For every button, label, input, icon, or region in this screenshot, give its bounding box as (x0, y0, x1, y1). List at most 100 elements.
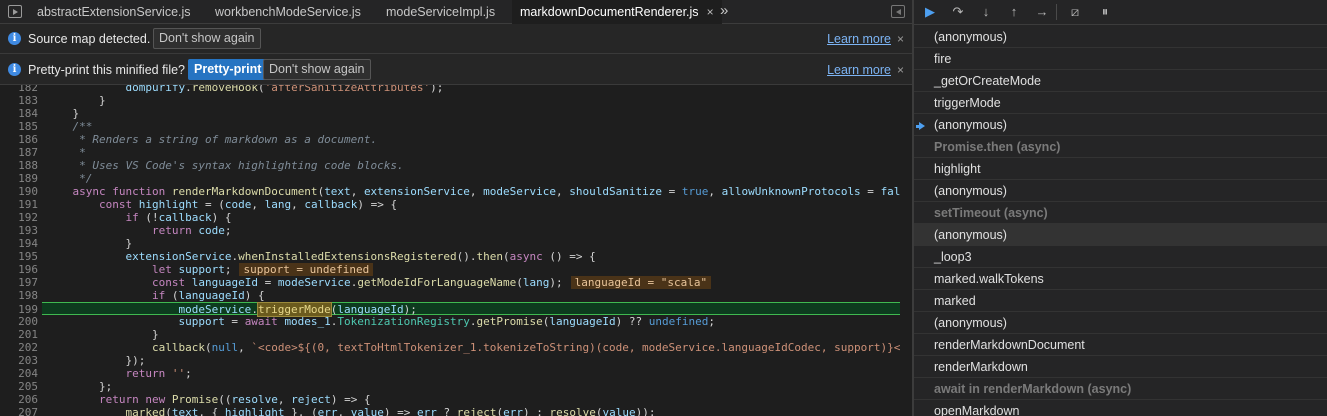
code-line: 202 callback(null, `<code>${(0, textToHt… (0, 341, 912, 354)
code-text: if (!callback) { (125, 211, 232, 224)
info-icon: i (8, 63, 21, 76)
line-number[interactable]: 182 (0, 85, 38, 94)
code-text: * Uses VS Code's syntax highlighting cod… (46, 159, 404, 172)
call-frame[interactable]: fire (914, 48, 1327, 70)
frame-label: renderMarkdown (934, 360, 1028, 374)
resume-icon[interactable]: ▶ (921, 3, 939, 21)
editor-tab-bar: abstractExtensionService.js workbenchMod… (0, 0, 912, 24)
line-number[interactable]: 186 (0, 133, 38, 146)
frame-label: setTimeout (async) (934, 206, 1048, 220)
line-number[interactable]: 193 (0, 224, 38, 237)
tab-mode-service-impl[interactable]: modeServiceImpl.js (386, 0, 495, 24)
line-number[interactable]: 185 (0, 120, 38, 133)
code-line: 201 } (0, 328, 912, 341)
line-number[interactable]: 198 (0, 289, 38, 302)
call-frame[interactable]: (anonymous) (914, 180, 1327, 202)
learn-more-link[interactable]: Learn more (827, 63, 891, 77)
step-over-icon[interactable]: ↷ (949, 3, 967, 21)
more-tabs-icon[interactable]: » (720, 0, 728, 24)
step-icon[interactable]: → (1033, 3, 1051, 21)
info-icon: i (8, 32, 21, 45)
tab-abstract-extension-service[interactable]: abstractExtensionService.js (37, 0, 191, 24)
pretty-print-button[interactable]: Pretty-print (188, 59, 268, 80)
close-icon[interactable]: × (897, 63, 904, 77)
line-number[interactable]: 200 (0, 315, 38, 328)
line-number[interactable]: 203 (0, 354, 38, 367)
code-line: 200 support = await modes_1.Tokenization… (0, 315, 912, 328)
call-frame[interactable]: (anonymous) (914, 114, 1327, 136)
line-number[interactable]: 202 (0, 341, 38, 354)
call-frame[interactable]: openMarkdown (914, 400, 1327, 416)
code-line: 204 return ''; (0, 367, 912, 380)
call-frame[interactable]: renderMarkdownDocument (914, 334, 1327, 356)
frame-label: triggerMode (934, 96, 1001, 110)
code-line: 191 const highlight = (code, lang, callb… (0, 198, 912, 211)
line-number[interactable]: 192 (0, 211, 38, 224)
call-frame[interactable]: triggerMode (914, 92, 1327, 114)
line-number[interactable]: 204 (0, 367, 38, 380)
line-number[interactable]: 190 (0, 185, 38, 198)
close-tab-icon[interactable]: × (707, 5, 714, 19)
line-number[interactable]: 206 (0, 393, 38, 406)
frame-label: (anonymous) (934, 118, 1007, 132)
code-text: support = await modes_1.TokenizationRegi… (178, 315, 715, 328)
frame-label: openMarkdown (934, 404, 1020, 416)
call-frame[interactable]: _getOrCreateMode (914, 70, 1327, 92)
frame-label: (anonymous) (934, 316, 1007, 330)
infobar-message: Source map detected. (28, 32, 151, 46)
code-line: 189 */ (0, 172, 912, 185)
async-boundary: await in renderMarkdown (async) (914, 378, 1327, 400)
frame-label: Promise.then (async) (934, 140, 1061, 154)
code-line: 188 * Uses VS Code's syntax highlighting… (0, 159, 912, 172)
code-line: 197 const languageId = modeService.getMo… (0, 276, 912, 289)
line-number[interactable]: 184 (0, 107, 38, 120)
line-number[interactable]: 189 (0, 172, 38, 185)
line-number[interactable]: 205 (0, 380, 38, 393)
step-into-icon[interactable]: ↓ (977, 3, 995, 21)
line-number[interactable]: 188 (0, 159, 38, 172)
line-number[interactable]: 187 (0, 146, 38, 159)
call-frame[interactable]: (anonymous) (914, 26, 1327, 48)
call-frame[interactable]: renderMarkdown (914, 356, 1327, 378)
line-number[interactable]: 197 (0, 276, 38, 289)
dont-show-again-button[interactable]: Don't show again (263, 59, 371, 80)
call-frame[interactable]: highlight (914, 158, 1327, 180)
line-number[interactable]: 191 (0, 198, 38, 211)
deactivate-breakpoints-icon[interactable]: ⧄ (1066, 3, 1084, 21)
code-line: 194 } (0, 237, 912, 250)
line-number[interactable]: 207 (0, 406, 38, 416)
inline-value: languageId = "scala" (570, 276, 712, 289)
code-line: 186 * Renders a string of markdown as a … (0, 133, 912, 146)
async-boundary: setTimeout (async) (914, 202, 1327, 224)
code-line: 184 } (0, 107, 912, 120)
code-text: return ''; (125, 367, 192, 380)
frame-label: _loop3 (934, 250, 972, 264)
frame-label: (anonymous) (934, 184, 1007, 198)
toggle-navigator-icon[interactable] (8, 5, 22, 18)
frame-label: await in renderMarkdown (async) (934, 382, 1132, 396)
code-line: 205 }; (0, 380, 912, 393)
line-number[interactable]: 183 (0, 94, 38, 107)
call-frame[interactable]: _loop3 (914, 246, 1327, 268)
tab-workbench-mode-service[interactable]: workbenchModeService.js (215, 0, 361, 24)
step-out-icon[interactable]: ↑ (1005, 3, 1023, 21)
learn-more-link[interactable]: Learn more (827, 32, 891, 46)
call-frame[interactable]: (anonymous) (914, 312, 1327, 334)
toggle-debugger-icon[interactable] (891, 5, 905, 18)
pause-on-exceptions-icon[interactable]: ⏸ (1096, 3, 1114, 21)
line-number[interactable]: 194 (0, 237, 38, 250)
debugger-toolbar: ▶ ↷ ↓ ↑ → ⧄ ⏸ (914, 0, 1327, 25)
call-frame[interactable]: marked (914, 290, 1327, 312)
code-line: 198 if (languageId) { (0, 289, 912, 302)
close-icon[interactable]: × (897, 32, 904, 46)
line-number[interactable]: 195 (0, 250, 38, 263)
code-text: } (46, 237, 133, 250)
dont-show-again-button[interactable]: Don't show again (153, 28, 261, 49)
tab-markdown-document-renderer[interactable]: markdownDocumentRenderer.js × (512, 0, 722, 24)
call-frame[interactable]: marked.walkTokens (914, 268, 1327, 290)
code-text: dompurify.removeHook('afterSanitizeAttri… (125, 85, 444, 94)
code-view[interactable]: 182 dompurify.removeHook('afterSanitizeA… (0, 85, 912, 416)
call-frame[interactable]: (anonymous) (914, 224, 1327, 246)
line-number[interactable]: 201 (0, 328, 38, 341)
line-number[interactable]: 196 (0, 263, 38, 276)
